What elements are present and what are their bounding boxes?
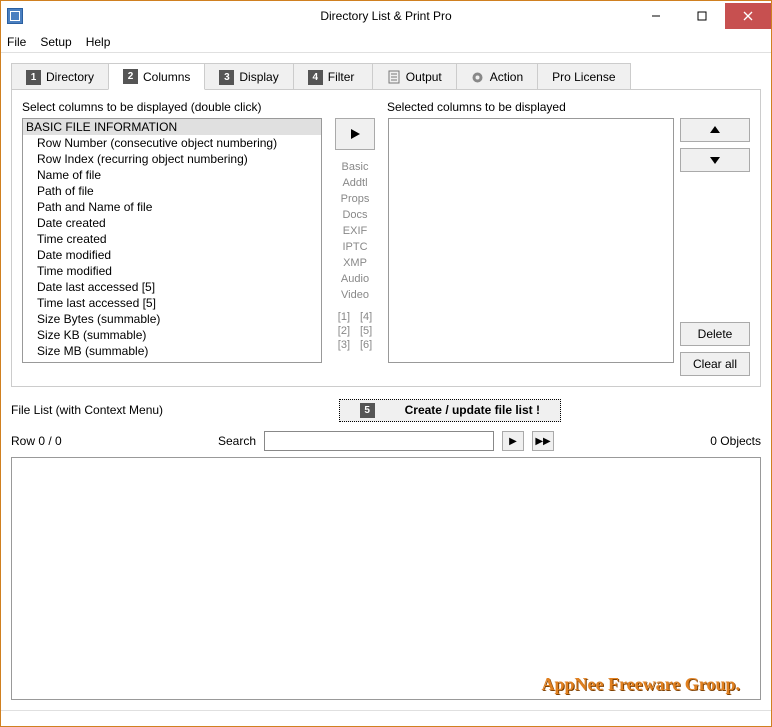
available-columns-list[interactable]: BASIC FILE INFORMATION Row Number (conse… [22, 118, 322, 363]
list-item[interactable]: Date created [23, 215, 321, 231]
add-column-button[interactable] [335, 118, 375, 150]
list-item[interactable]: Name of file [23, 167, 321, 183]
reorder-column: Delete Clear all [680, 118, 750, 376]
menu-help[interactable]: Help [86, 35, 111, 49]
columns-panel: Select columns to be displayed (double c… [11, 89, 761, 387]
transfer-column: Basic Addtl Props Docs EXIF IPTC XMP Aud… [328, 118, 382, 376]
status-bar [1, 710, 771, 726]
move-down-button[interactable] [680, 148, 750, 172]
tab-bar: 1 Directory 2 Columns 3 Display 4 Filter… [11, 63, 761, 90]
category-label: IPTC [342, 240, 367, 254]
list-item[interactable]: Size KB (summable) [23, 327, 321, 343]
menu-setup[interactable]: Setup [40, 35, 71, 49]
move-up-button[interactable] [680, 118, 750, 142]
tab-pro-license[interactable]: Pro License [537, 63, 630, 90]
tab-label: Columns [143, 70, 190, 84]
list-header-basic[interactable]: BASIC FILE INFORMATION [23, 119, 321, 135]
tab-number: 3 [219, 70, 234, 85]
footnote-ref: [2] [338, 324, 350, 338]
tab-label: Pro License [552, 70, 615, 84]
category-label: Props [341, 192, 370, 206]
tab-number: 2 [123, 69, 138, 84]
footnote-ref: [3] [338, 338, 350, 352]
tab-action[interactable]: Action [456, 63, 538, 90]
tab-directory[interactable]: 1 Directory [11, 63, 109, 90]
watermark: AppNee Freeware Group. [542, 674, 740, 695]
available-label: Select columns to be displayed (double c… [22, 100, 332, 114]
footnote-ref: [6] [360, 338, 372, 352]
list-item[interactable]: Time modified [23, 263, 321, 279]
object-count: 0 Objects [710, 434, 761, 448]
list-item[interactable]: Row Number (consecutive object numbering… [23, 135, 321, 151]
minimize-button[interactable] [633, 3, 679, 29]
selected-label: Selected columns to be displayed [387, 100, 566, 114]
category-label: XMP [343, 256, 367, 270]
maximize-button[interactable] [679, 3, 725, 29]
window-title: Directory List & Print Pro [320, 9, 451, 23]
list-item[interactable]: Size Bytes (summable) [23, 311, 321, 327]
menu-bar: File Setup Help [1, 31, 771, 53]
app-icon [7, 8, 23, 24]
footnote-ref: [5] [360, 324, 372, 338]
footnote-ref: [4] [360, 310, 372, 324]
close-button[interactable] [725, 3, 771, 29]
tab-number: 4 [308, 70, 323, 85]
row-counter: Row 0 / 0 [11, 434, 62, 448]
menu-file[interactable]: File [7, 35, 26, 49]
category-label: Basic [342, 160, 369, 174]
tab-display[interactable]: 3 Display [204, 63, 293, 90]
search-input[interactable] [264, 431, 494, 451]
file-list-label: File List (with Context Menu) [11, 403, 163, 417]
delete-button[interactable]: Delete [680, 322, 750, 346]
tab-label: Directory [46, 70, 94, 84]
tab-label: Output [406, 70, 442, 84]
find-next-button[interactable]: ▶ [502, 431, 524, 451]
step-number: 5 [360, 403, 375, 418]
tab-label: Action [490, 70, 523, 84]
create-update-button[interactable]: 5 Create / update file list ! [339, 399, 561, 422]
clear-all-button[interactable]: Clear all [680, 352, 750, 376]
list-item[interactable]: Path of file [23, 183, 321, 199]
gear-icon [471, 70, 485, 84]
create-label: Create / update file list ! [405, 403, 540, 417]
list-item[interactable]: Size GB (summable) [23, 359, 321, 363]
document-icon [387, 70, 401, 84]
category-label: Docs [342, 208, 367, 222]
find-last-button[interactable]: ▶▶ [532, 431, 554, 451]
category-label: Audio [341, 272, 369, 286]
file-list-area[interactable]: AppNee Freeware Group. [11, 457, 761, 700]
list-item[interactable]: Path and Name of file [23, 199, 321, 215]
list-item[interactable]: Date modified [23, 247, 321, 263]
tab-filter[interactable]: 4 Filter [293, 63, 373, 90]
list-item[interactable]: Time last accessed [5] [23, 295, 321, 311]
tab-label: Filter [328, 70, 355, 84]
category-label: EXIF [343, 224, 367, 238]
title-bar: Directory List & Print Pro [1, 1, 771, 31]
category-label: Addtl [342, 176, 367, 190]
tab-columns[interactable]: 2 Columns [108, 63, 205, 90]
list-item[interactable]: Date last accessed [5] [23, 279, 321, 295]
search-label: Search [218, 434, 256, 448]
list-item[interactable]: Row Index (recurring object numbering) [23, 151, 321, 167]
list-item[interactable]: Size MB (summable) [23, 343, 321, 359]
tab-output[interactable]: Output [372, 63, 457, 90]
category-label: Video [341, 288, 369, 302]
tab-number: 1 [26, 70, 41, 85]
footnote-ref: [1] [338, 310, 350, 324]
tab-label: Display [239, 70, 278, 84]
list-item[interactable]: Time created [23, 231, 321, 247]
selected-columns-list[interactable] [388, 118, 674, 363]
